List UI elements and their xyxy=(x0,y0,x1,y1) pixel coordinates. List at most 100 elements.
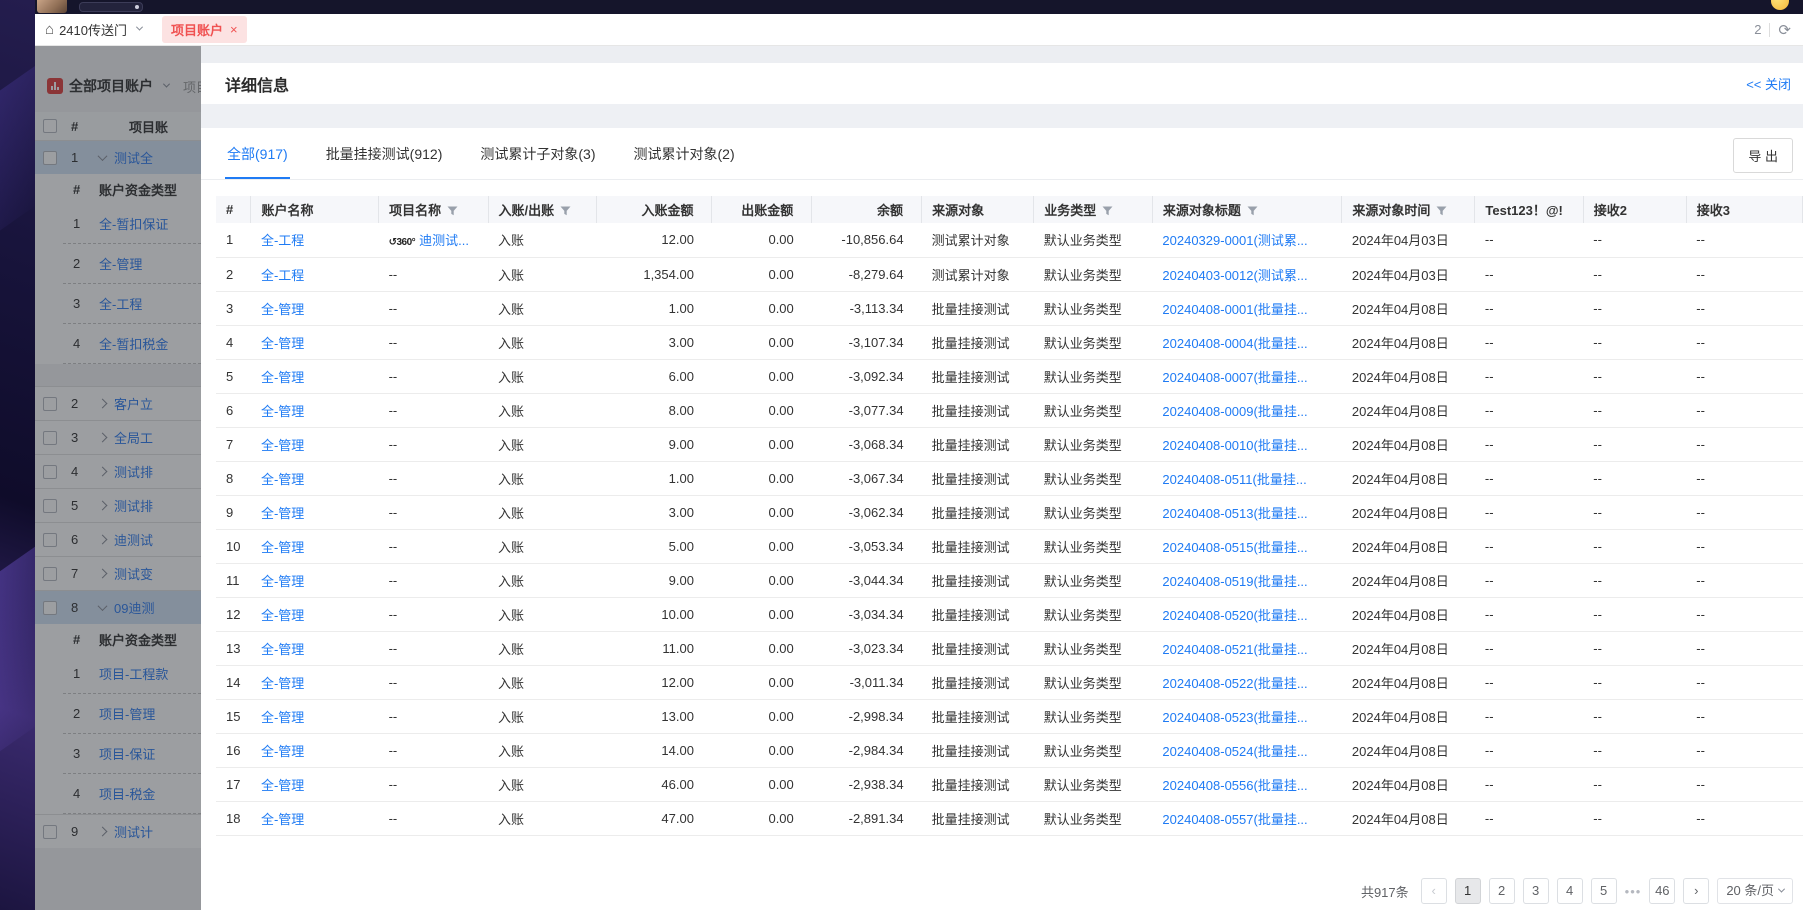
close-icon[interactable]: × xyxy=(230,22,238,37)
source-title-link[interactable]: 20240408-0009(批量挂... xyxy=(1162,404,1307,419)
table-row: 11全-管理--入账9.000.00-3,044.34批量挂接测试默认业务类型2… xyxy=(216,563,1803,597)
column-header: 接收3 xyxy=(1686,196,1802,223)
source-title-link[interactable]: 20240403-0012(测试累... xyxy=(1162,268,1307,283)
account-link[interactable]: 全-管理 xyxy=(261,608,304,623)
source-title-link[interactable]: 20240408-0521(批量挂... xyxy=(1162,642,1307,657)
account-link[interactable]: 全-管理 xyxy=(261,404,304,419)
source-title-link[interactable]: 20240408-0520(批量挂... xyxy=(1162,608,1307,623)
table-row: 13全-管理--入账11.000.00-3,023.34批量挂接测试默认业务类型… xyxy=(216,631,1803,665)
column-header: # xyxy=(216,196,251,223)
account-link[interactable]: 全-工程 xyxy=(261,268,304,283)
source-title-link[interactable]: 20240408-0511(批量挂... xyxy=(1162,472,1306,487)
account-link[interactable]: 全-管理 xyxy=(261,778,304,793)
panel-title: 详细信息 xyxy=(225,72,289,96)
tab-project-account[interactable]: 项目账户 × xyxy=(162,16,247,43)
source-title-link[interactable]: 20240408-0524(批量挂... xyxy=(1162,744,1307,759)
filter-icon[interactable] xyxy=(447,204,458,219)
filter-icon[interactable] xyxy=(1436,204,1447,219)
account-link[interactable]: 全-管理 xyxy=(261,574,304,589)
source-title-link[interactable]: 20240408-0515(批量挂... xyxy=(1162,540,1307,555)
table-row: 1全-工程↺360°迪测试...入账12.000.00-10,856.64测试累… xyxy=(216,223,1803,257)
desktop-wallpaper xyxy=(0,0,35,910)
column-label: 入账/出账 xyxy=(499,203,555,218)
page-46-button[interactable]: 46 xyxy=(1649,878,1675,904)
table-row: 18全-管理--入账47.000.00-2,891.34批量挂接测试默认业务类型… xyxy=(216,801,1803,835)
table-row: 5全-管理--入账6.000.00-3,092.34批量挂接测试默认业务类型20… xyxy=(216,359,1803,393)
account-link[interactable]: 全-管理 xyxy=(261,744,304,759)
sidebar: 全部项目账户 项目 #项目账1测试全#账户资金类型1全-暂扣保证2全-管理3全-… xyxy=(35,46,201,910)
column-label: 接收3 xyxy=(1697,203,1730,218)
column-header: 来源对象标题 xyxy=(1152,196,1342,223)
source-title-link[interactable]: 20240408-0007(批量挂... xyxy=(1162,370,1307,385)
next-page-button[interactable]: › xyxy=(1683,878,1709,904)
account-link[interactable]: 全-管理 xyxy=(261,540,304,555)
account-link[interactable]: 全-管理 xyxy=(261,812,304,827)
source-title-link[interactable]: 20240408-0556(批量挂... xyxy=(1162,778,1307,793)
account-link[interactable]: 全-工程 xyxy=(261,233,304,248)
home-tab[interactable]: ⌂ 2410传送门 xyxy=(45,20,142,39)
close-panel-link[interactable]: << 关闭 xyxy=(1746,74,1791,93)
detail-tab-1[interactable]: 全部(917) xyxy=(225,128,290,179)
column-header: 业务类型 xyxy=(1034,196,1153,223)
account-link[interactable]: 全-管理 xyxy=(261,438,304,453)
detail-tabs: 全部(917) 批量挂接测试(912) 测试累计子对象(3) 测试累计对象(2) 导 … xyxy=(201,128,1803,180)
table-row: 3全-管理--入账1.000.00-3,113.34批量挂接测试默认业务类型20… xyxy=(216,291,1803,325)
detail-panel: 详细信息 << 关闭 全部(917) 批量挂接测试(912) 测试累计子对象(3) 测… xyxy=(201,63,1803,910)
source-title-link[interactable]: 20240408-0004(批量挂... xyxy=(1162,336,1307,351)
source-title-link[interactable]: 20240408-0557(批量挂... xyxy=(1162,812,1307,827)
account-link[interactable]: 全-管理 xyxy=(261,676,304,691)
account-link[interactable]: 全-管理 xyxy=(261,336,304,351)
column-header: 来源对象 xyxy=(922,196,1034,223)
account-link[interactable]: 全-管理 xyxy=(261,506,304,521)
detail-tab-3[interactable]: 测试累计子对象(3) xyxy=(478,128,597,177)
column-label: 入账金额 xyxy=(641,203,693,218)
source-title-link[interactable]: 20240408-0513(批量挂... xyxy=(1162,506,1307,521)
source-title-link[interactable]: 20240408-0001(批量挂... xyxy=(1162,302,1307,317)
avatar[interactable] xyxy=(37,0,67,13)
filter-icon[interactable] xyxy=(1247,204,1258,219)
table-row: 6全-管理--入账8.000.00-3,077.34批量挂接测试默认业务类型20… xyxy=(216,393,1803,427)
source-title-link[interactable]: 20240408-0010(批量挂... xyxy=(1162,438,1307,453)
icon-360: ↺360° xyxy=(389,237,416,248)
page-4-button[interactable]: 4 xyxy=(1557,878,1583,904)
column-label: 来源对象标题 xyxy=(1163,203,1241,218)
filter-icon[interactable] xyxy=(560,204,571,219)
source-title-link[interactable]: 20240408-0523(批量挂... xyxy=(1162,710,1307,725)
page-5-button[interactable]: 5 xyxy=(1591,878,1617,904)
table-header-row: #账户名称项目名称入账/出账入账金额出账金额余额来源对象业务类型来源对象标题来源… xyxy=(216,196,1803,223)
column-header: 入账/出账 xyxy=(488,196,596,223)
page-3-button[interactable]: 3 xyxy=(1523,878,1549,904)
table-row: 12全-管理--入账10.000.00-3,034.34批量挂接测试默认业务类型… xyxy=(216,597,1803,631)
tab-bar: ⌂ 2410传送门 项目账户 × 2 ⟳ xyxy=(35,14,1803,46)
account-link[interactable]: 全-管理 xyxy=(261,710,304,725)
table-row: 2全-工程--入账1,354.000.00-8,279.64测试累计对象默认业务… xyxy=(216,257,1803,291)
account-link[interactable]: 全-管理 xyxy=(261,472,304,487)
table-row: 17全-管理--入账46.000.00-2,938.34批量挂接测试默认业务类型… xyxy=(216,767,1803,801)
top-address-box[interactable] xyxy=(79,2,143,12)
column-label: Test123！@! xyxy=(1485,203,1562,218)
column-label: 余额 xyxy=(877,203,903,218)
source-title-link[interactable]: 20240329-0001(测试累... xyxy=(1162,233,1307,248)
column-header: 出账金额 xyxy=(712,196,812,223)
column-label: 接收2 xyxy=(1594,203,1627,218)
detail-tab-2[interactable]: 批量挂接测试(912) xyxy=(324,128,445,177)
prev-page-button[interactable]: ‹ xyxy=(1421,878,1447,904)
refresh-icon[interactable]: ⟳ xyxy=(1778,21,1791,39)
account-link[interactable]: 全-管理 xyxy=(261,642,304,657)
filter-icon[interactable] xyxy=(1102,204,1113,219)
page-2-button[interactable]: 2 xyxy=(1489,878,1515,904)
detail-tab-4[interactable]: 测试累计对象(2) xyxy=(632,128,737,177)
account-link[interactable]: 全-管理 xyxy=(261,370,304,385)
home-tab-label: 2410传送门 xyxy=(59,20,127,39)
export-button[interactable]: 导 出 xyxy=(1733,138,1793,173)
more-pages-icon[interactable]: ••• xyxy=(1625,884,1642,899)
source-title-link[interactable]: 20240408-0522(批量挂... xyxy=(1162,676,1307,691)
table-row: 16全-管理--入账14.000.00-2,984.34批量挂接测试默认业务类型… xyxy=(216,733,1803,767)
project-link[interactable]: 迪测试... xyxy=(419,233,469,248)
account-link[interactable]: 全-管理 xyxy=(261,302,304,317)
source-title-link[interactable]: 20240408-0519(批量挂... xyxy=(1162,574,1307,589)
page-1-button[interactable]: 1 xyxy=(1455,878,1481,904)
page-size-select[interactable]: 20 条/页 xyxy=(1717,878,1793,904)
home-icon: ⌂ xyxy=(45,22,54,37)
top-bar xyxy=(35,0,1803,14)
